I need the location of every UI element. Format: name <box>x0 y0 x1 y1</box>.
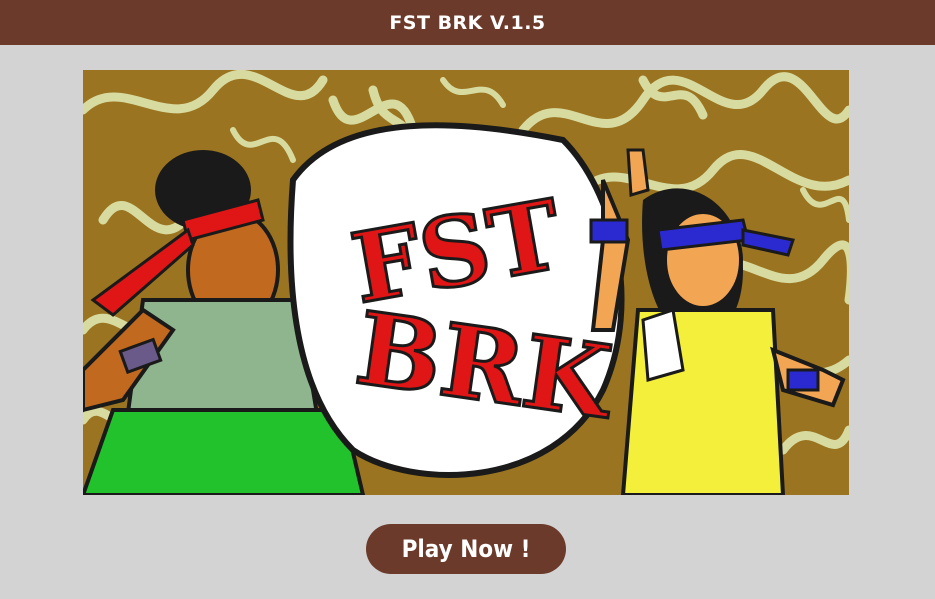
game-cover-art: FST BRK <box>83 70 849 495</box>
game-title: FST BRK V.1.5 <box>389 11 546 34</box>
fst-brk-logo: FST BRK <box>287 122 625 478</box>
top-bar: FST BRK V.1.5 <box>0 0 935 45</box>
cover-illustration: FST BRK <box>83 70 849 495</box>
play-now-button[interactable]: Play Now ! <box>366 524 566 574</box>
